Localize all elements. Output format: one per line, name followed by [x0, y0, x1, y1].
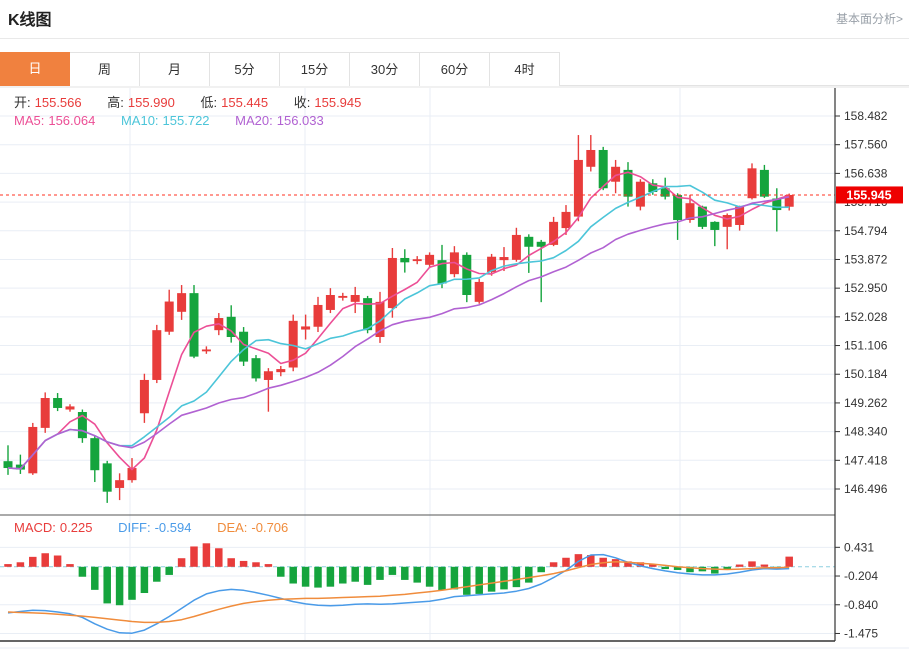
ma20-label: MA20: [235, 113, 273, 128]
svg-text:150.184: 150.184 [844, 367, 888, 381]
macd-label: MACD: [14, 520, 56, 535]
dea-value: -0.706 [251, 520, 288, 535]
svg-text:154.794: 154.794 [844, 224, 888, 238]
high-label: 高: [107, 95, 124, 110]
close-value: 155.945 [314, 95, 361, 110]
low-value: 155.445 [221, 95, 268, 110]
svg-text:148.340: 148.340 [844, 425, 888, 439]
last-price-tag: 155.945 [836, 186, 903, 203]
ma5-label: MA5: [14, 113, 44, 128]
macd-value: 0.225 [60, 520, 93, 535]
open-label: 开: [14, 95, 31, 110]
diff-label: DIFF: [118, 520, 151, 535]
ohlc-legend: 开: 155.566 高: 155.990 低:155.445 收:155.945 [14, 92, 365, 111]
high-value: 155.990 [128, 95, 175, 110]
svg-text:-0.204: -0.204 [844, 569, 878, 583]
svg-text:-0.840: -0.840 [844, 598, 878, 612]
svg-text:0.431: 0.431 [844, 540, 874, 554]
dea-label: DEA: [217, 520, 247, 535]
svg-text:153.872: 153.872 [844, 252, 888, 266]
svg-text:149.262: 149.262 [844, 396, 888, 410]
ma-legend: MA5: 156.064 MA10: 155.722 MA20: 156.033 [14, 113, 328, 128]
svg-text:157.560: 157.560 [844, 138, 888, 152]
svg-text:152.028: 152.028 [844, 310, 888, 324]
svg-text:152.950: 152.950 [844, 281, 888, 295]
svg-text:155.945: 155.945 [846, 188, 891, 202]
kline-page: K线图 基本面分析> 日周月5分15分30分60分4时 158.482157.5… [0, 0, 909, 650]
ma5-value: 156.064 [48, 113, 95, 128]
svg-text:146.496: 146.496 [844, 482, 888, 496]
low-label: 低: [201, 95, 218, 110]
svg-text:158.482: 158.482 [844, 109, 888, 123]
svg-text:156.638: 156.638 [844, 166, 888, 180]
svg-text:-1.475: -1.475 [844, 626, 878, 640]
close-label: 收: [294, 95, 311, 110]
ma10-label: MA10: [121, 113, 159, 128]
diff-value: -0.594 [155, 520, 192, 535]
ma20-value: 156.033 [277, 113, 324, 128]
svg-text:151.106: 151.106 [844, 339, 888, 353]
macd-legend: MACD: 0.225 DIFF: -0.594 DEA: -0.706 [14, 520, 292, 535]
ma10-value: 155.722 [163, 113, 210, 128]
open-value: 155.566 [35, 95, 82, 110]
svg-text:147.418: 147.418 [844, 453, 888, 467]
